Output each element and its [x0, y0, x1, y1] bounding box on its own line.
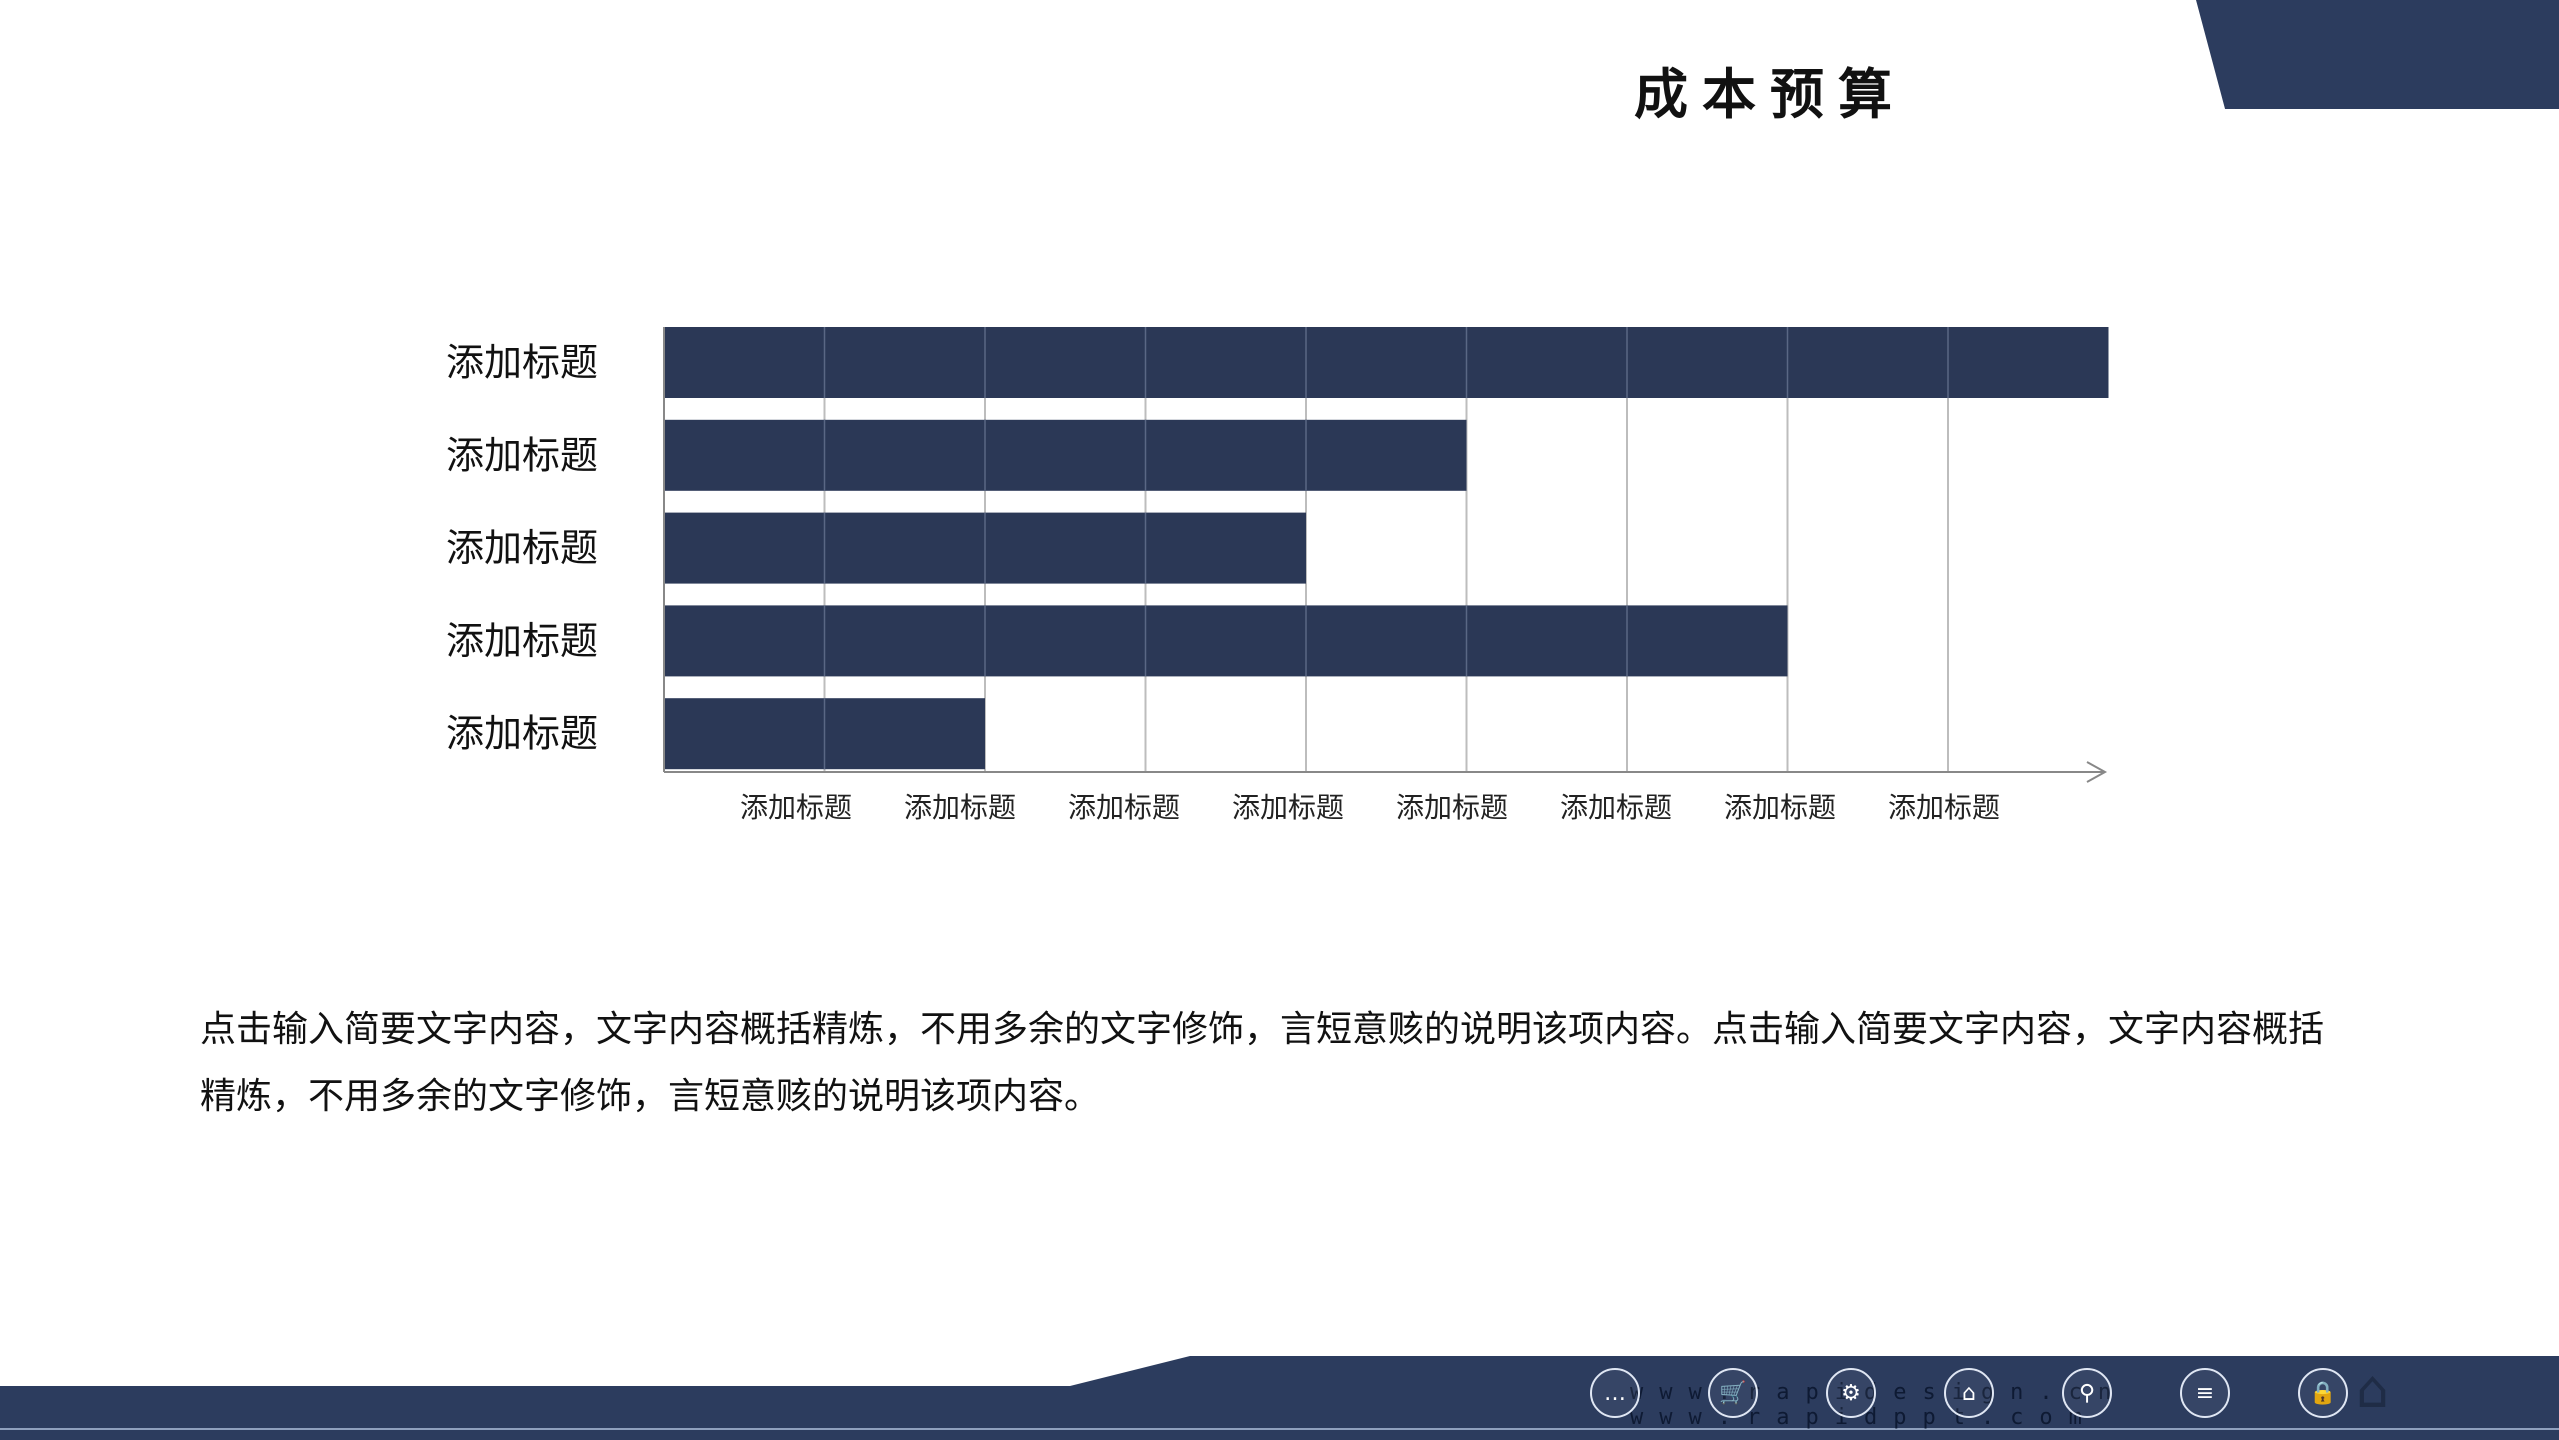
- bar: [664, 327, 2109, 398]
- gear-icon[interactable]: ⚙: [1826, 1368, 1876, 1418]
- x-tick-label: 添加标题: [740, 791, 852, 824]
- footer-icon-row: … 🛒 ⚙ ⌂ ⚲ ≡ 🔒: [1590, 1368, 2348, 1418]
- search-icon[interactable]: ⚲: [2062, 1368, 2112, 1418]
- lock-icon[interactable]: 🔒: [2298, 1368, 2348, 1418]
- x-tick-label: 添加标题: [1560, 791, 1672, 824]
- bar: [664, 605, 1788, 677]
- x-tick-label: 添加标题: [1724, 791, 1836, 824]
- description-text: 点击输入简要文字内容，文字内容概括精炼，不用多余的文字修饰，言短意赅的说明该项内…: [200, 1009, 2325, 1117]
- y-tick-label: 添加标题: [446, 341, 598, 385]
- x-tick-label: 添加标题: [1396, 791, 1508, 824]
- chart-icon[interactable]: ≡: [2180, 1368, 2230, 1418]
- y-tick-label: 添加标题: [446, 433, 598, 477]
- chat-icon[interactable]: …: [1590, 1368, 1640, 1418]
- x-tick-label: 添加标题: [1888, 791, 2000, 824]
- x-tick-label: 添加标题: [904, 791, 1016, 824]
- y-tick-label: 添加标题: [446, 712, 598, 756]
- house-icon[interactable]: ⌂: [2356, 1360, 2389, 1420]
- y-tick-label: 添加标题: [446, 526, 598, 570]
- y-tick-label: 添加标题: [446, 619, 598, 663]
- x-tick-label: 添加标题: [1232, 791, 1344, 824]
- x-tick-label: 添加标题: [1068, 791, 1180, 824]
- cart-icon[interactable]: 🛒: [1708, 1368, 1758, 1418]
- bar-chart: 添加标题添加标题添加标题添加标题添加标题添加标题 添加标题 添加标题 添加标题 添加标题…: [446, 327, 2109, 824]
- home-icon[interactable]: ⌂: [1944, 1368, 1994, 1418]
- bar: [664, 419, 1467, 491]
